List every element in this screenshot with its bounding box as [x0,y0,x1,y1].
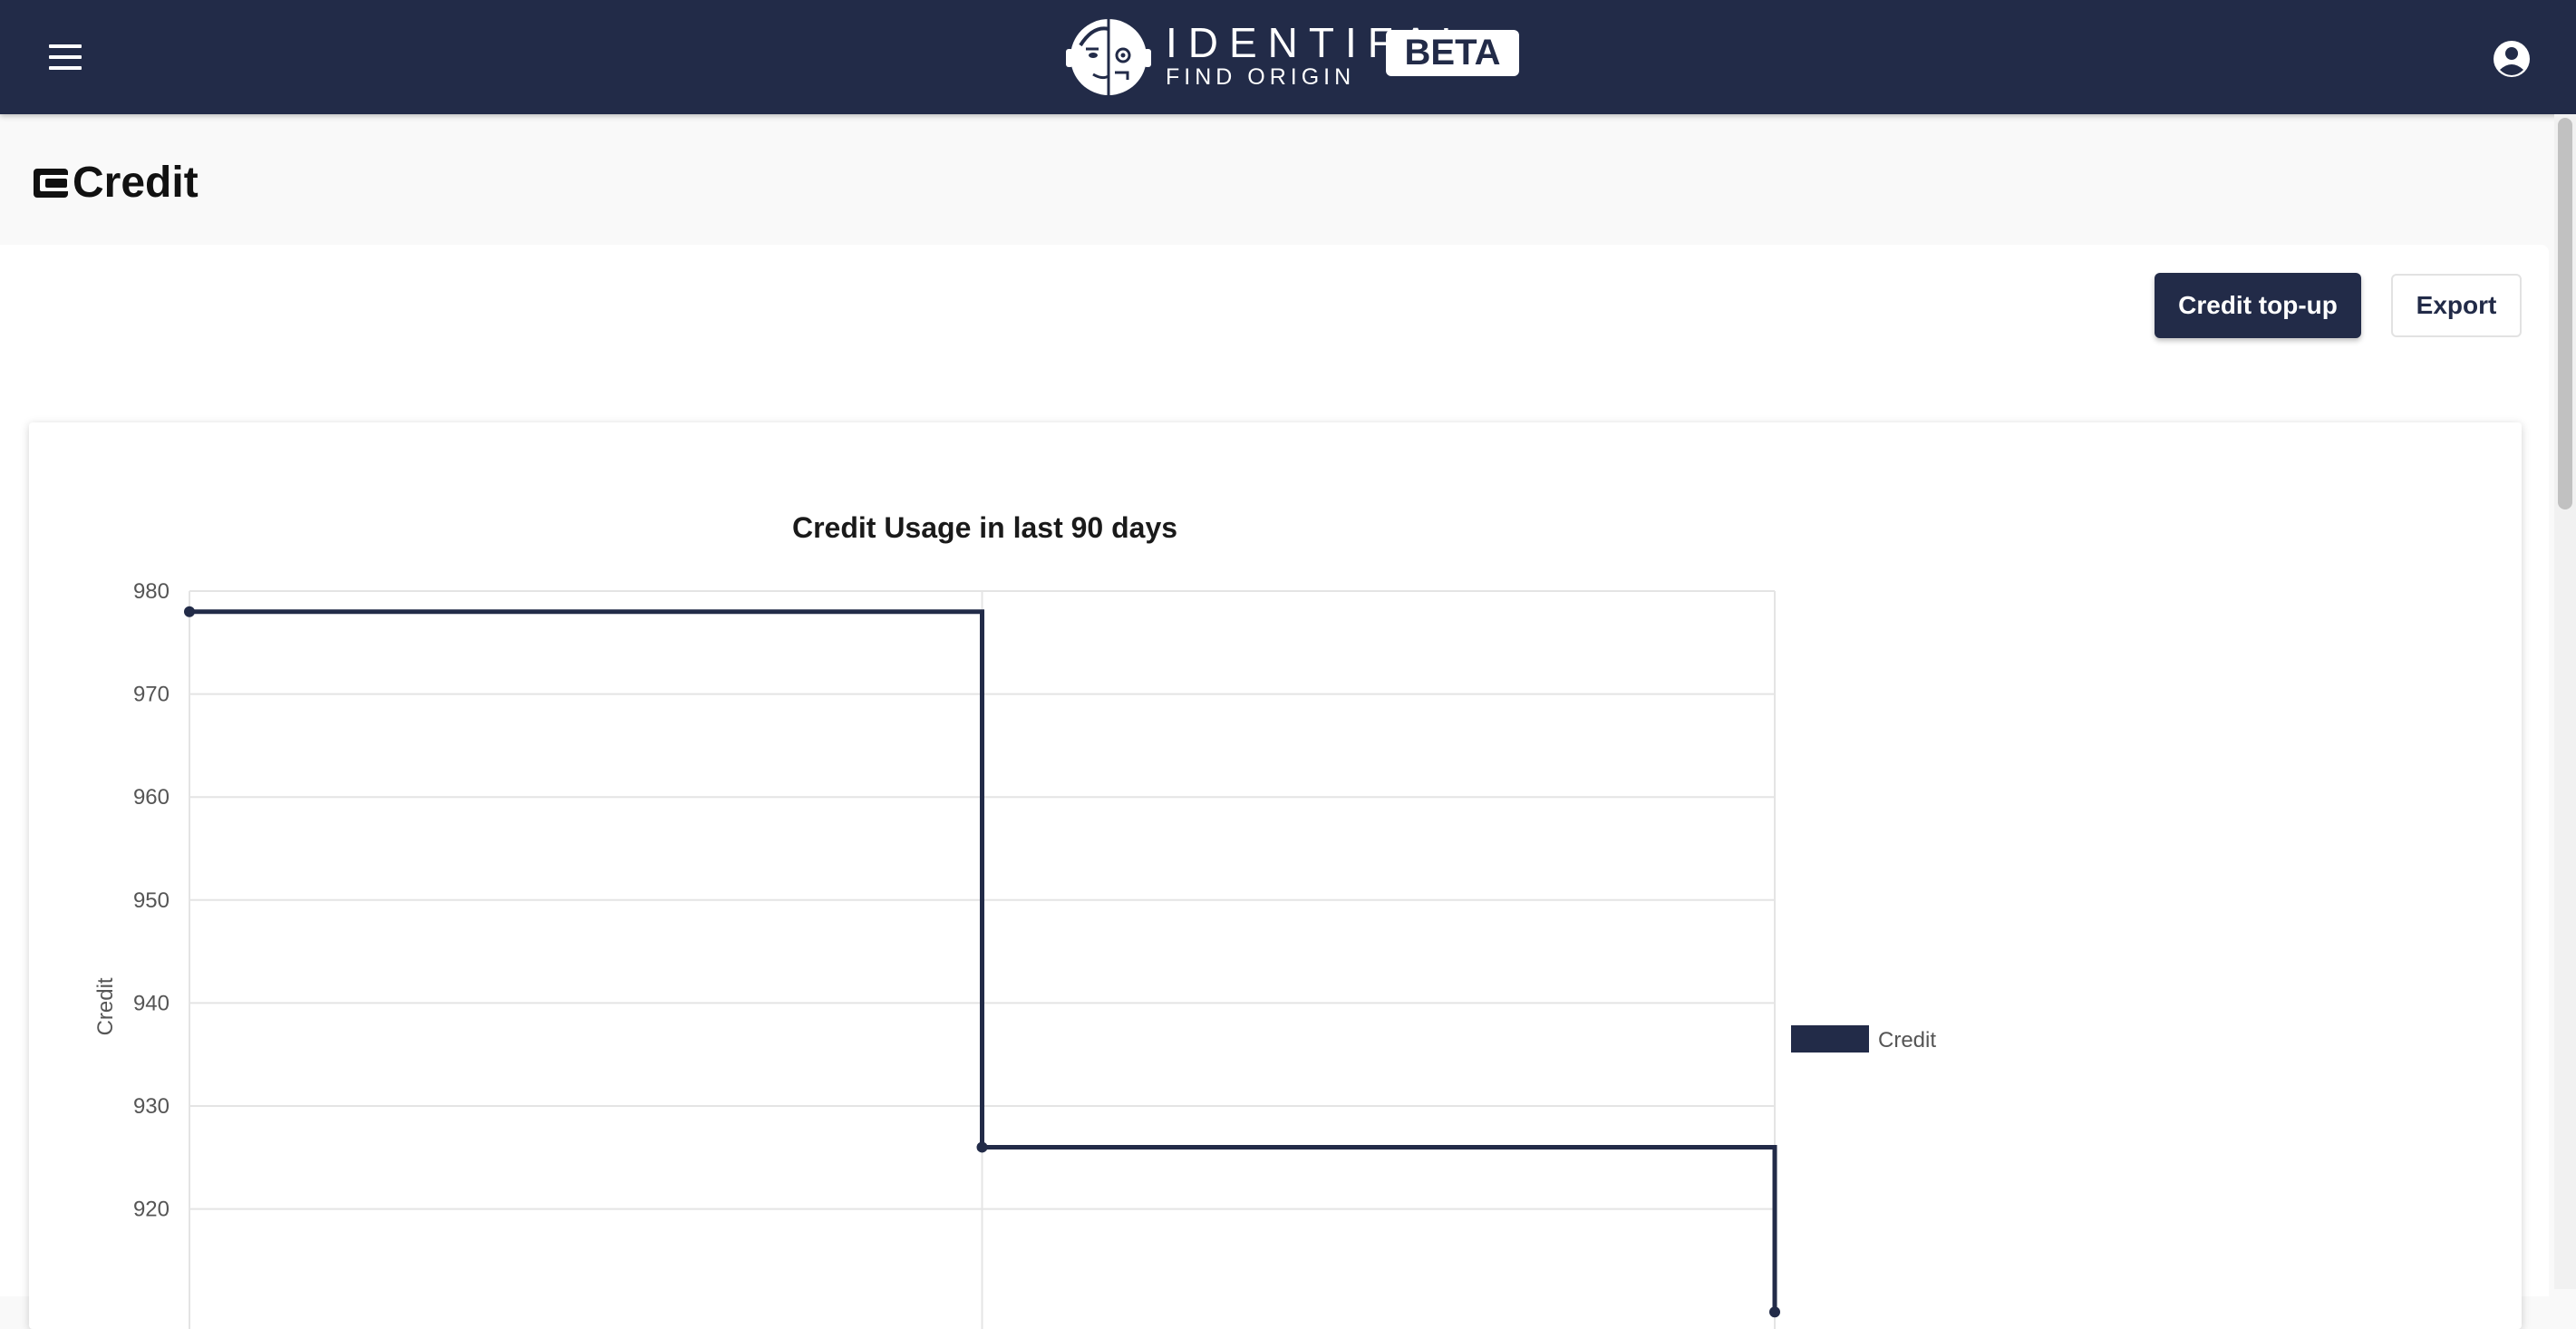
y-tick-label: 930 [133,1094,169,1119]
brand-tagline: FIND ORIGIN [1166,64,1356,90]
top-navbar: IDENTIFAI FIND ORIGIN BETA [0,0,2576,114]
legend-label: Credit [1878,1028,1936,1053]
scrollbar-thumb[interactable] [2558,118,2572,509]
credit-topup-button[interactable]: Credit top-up [2155,273,2361,338]
page-title-text: Credit [73,158,199,207]
y-tick-label: 950 [133,888,169,913]
legend-swatch [1791,1025,1869,1053]
y-tick-label: 970 [133,683,169,707]
credit-data-point [976,1141,988,1153]
chart-title: Credit Usage in last 90 days [792,511,1177,544]
y-tick-label: 920 [133,1198,169,1222]
credit-usage-chart: Credit Usage in last 90 days 980 970 960 950… [93,511,1936,1329]
credit-usage-chart-card: Credit Usage in last 90 days 980 970 960 950… [29,422,2522,1329]
credit-data-point [1769,1306,1780,1318]
y-tick-label: 980 [133,579,169,604]
wallet-icon [34,169,69,198]
page-title: Credit [33,154,199,210]
y-tick-label: 960 [133,785,169,810]
y-tick-label: 940 [133,991,169,1015]
credit-data-point [184,606,195,617]
beta-badge: BETA [1386,30,1519,76]
robot-face-icon [1066,19,1151,95]
y-axis-label: Credit [93,977,118,1035]
hamburger-menu-icon[interactable] [47,39,83,75]
export-button[interactable]: Export [2391,274,2522,337]
account-circle-icon[interactable] [2492,39,2532,79]
